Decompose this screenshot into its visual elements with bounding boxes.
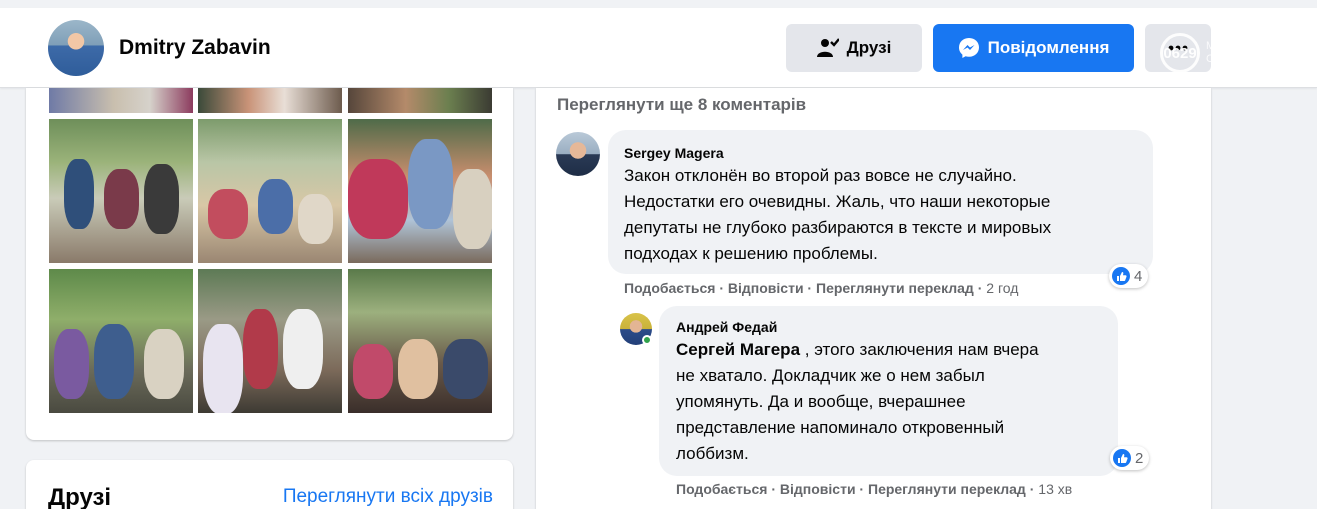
- friends-button-label: Друзі: [846, 38, 892, 57]
- message-button[interactable]: Повідомлення: [933, 24, 1134, 72]
- view-more-comments-link[interactable]: Переглянути ще 8 коментарів: [557, 95, 806, 115]
- comment-actions: Подобається · Відповісти · Переглянути п…: [676, 481, 1073, 497]
- reply-action[interactable]: Відповісти: [728, 280, 804, 296]
- photo-thumbnail[interactable]: [49, 269, 193, 413]
- see-all-friends-link[interactable]: Переглянути всіх друзів: [283, 486, 493, 508]
- comment-line: , этого заключения нам вчера: [800, 340, 1039, 359]
- comment-author[interactable]: Андрей Федай: [676, 319, 777, 335]
- comment-actions: Подобається · Відповісти · Переглянути п…: [624, 280, 1019, 296]
- photo-thumbnail[interactable]: [198, 119, 342, 263]
- profile-avatar[interactable]: [48, 20, 104, 76]
- site-watermark: 0629 МАРИУПОЛЬСКИЙ САЙТ: [1160, 28, 1310, 78]
- translate-action[interactable]: Переглянути переклад: [816, 280, 974, 296]
- reaction-count[interactable]: 2: [1110, 446, 1150, 470]
- like-reaction-icon: [1113, 449, 1131, 467]
- comment-line: депутаты не глубоко разбираются в тексте…: [624, 218, 1052, 237]
- comment-line: представление напоминало откровенный: [676, 418, 1005, 437]
- reaction-number: 4: [1134, 267, 1143, 285]
- comment-author[interactable]: Sergey Magera: [624, 145, 724, 161]
- person-check-icon: [816, 38, 839, 57]
- messenger-icon: [958, 38, 979, 58]
- watermark-logo: 0629: [1160, 33, 1200, 73]
- comment-text: Сергей Магера , этого заключения нам вче…: [676, 337, 1039, 467]
- photo-thumbnail[interactable]: [198, 88, 342, 113]
- photo-thumbnail[interactable]: [348, 88, 492, 113]
- reaction-count[interactable]: 4: [1109, 264, 1149, 288]
- comment-timestamp[interactable]: 2 год: [986, 280, 1018, 296]
- friends-button[interactable]: Друзі: [786, 24, 922, 72]
- watermark-line-2: САЙТ: [1206, 53, 1236, 65]
- comment-line: Недостатки его очевидны. Жаль, что наши …: [624, 192, 1051, 211]
- translate-action[interactable]: Переглянути переклад: [868, 481, 1026, 497]
- photo-thumbnail[interactable]: [348, 119, 492, 263]
- comment-line: Закон отклонён во второй раз вовсе не сл…: [624, 166, 1017, 185]
- post-comments-panel: Переглянути ще 8 коментарів Sergey Mager…: [536, 88, 1211, 509]
- mention-link[interactable]: Сергей Магера: [676, 340, 800, 359]
- comment-line: не хватало. Докладчик же о нем забыл: [676, 366, 985, 385]
- photo-thumbnail[interactable]: [348, 269, 492, 413]
- friends-card: Друзі Переглянути всіх друзів: [26, 460, 513, 509]
- reply-action[interactable]: Відповісти: [780, 481, 856, 497]
- photo-thumbnail[interactable]: [198, 269, 342, 413]
- comment-timestamp[interactable]: 13 хв: [1038, 481, 1072, 497]
- reaction-number: 2: [1135, 449, 1144, 467]
- profile-name[interactable]: Dmitry Zabavin: [119, 36, 271, 60]
- profile-header: Dmitry Zabavin Друзі Повідомлення 0629 М…: [0, 8, 1317, 88]
- photos-card: [26, 88, 513, 440]
- comment-line: лоббизм.: [676, 444, 749, 463]
- like-reaction-icon: [1112, 267, 1130, 285]
- online-status-dot: [642, 335, 652, 345]
- like-action[interactable]: Подобається: [624, 280, 715, 296]
- message-button-label: Повідомлення: [987, 38, 1110, 57]
- commenter-avatar[interactable]: [556, 132, 600, 176]
- comment-line: подходах к решению проблемы.: [624, 244, 878, 263]
- like-action[interactable]: Подобається: [676, 481, 767, 497]
- photo-thumbnail[interactable]: [49, 119, 193, 263]
- comment-line: упомянуть. Да и вообще, вчерашнее: [676, 392, 966, 411]
- photo-thumbnail[interactable]: [49, 88, 193, 113]
- watermark-line-1: МАРИУПОЛЬСКИЙ: [1206, 40, 1306, 52]
- comment-text: Закон отклонён во второй раз вовсе не сл…: [624, 163, 1051, 267]
- friends-section-title: Друзі: [48, 484, 112, 509]
